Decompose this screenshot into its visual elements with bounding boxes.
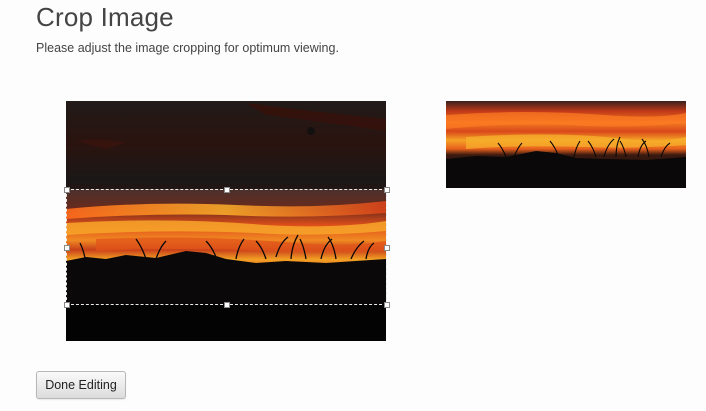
crop-handle-bottom-right[interactable] xyxy=(384,302,390,308)
crop-handle-top-right[interactable] xyxy=(384,187,390,193)
crop-preview xyxy=(446,101,686,188)
page-subtitle: Please adjust the image cropping for opt… xyxy=(36,41,339,55)
done-editing-button[interactable]: Done Editing xyxy=(36,371,126,399)
crop-handle-bottom-center[interactable] xyxy=(224,302,230,308)
crop-selection-box[interactable] xyxy=(64,187,390,308)
crop-handle-top-left[interactable] xyxy=(64,187,70,193)
page-title: Crop Image xyxy=(36,2,174,32)
crop-handle-middle-right[interactable] xyxy=(384,245,390,251)
crop-image-page: Crop Image Please adjust the image cropp… xyxy=(0,0,706,411)
cropped-sunset-preview xyxy=(446,101,686,188)
crop-handle-top-center[interactable] xyxy=(224,187,230,193)
crop-shade-bottom xyxy=(66,304,386,341)
crop-handle-middle-left[interactable] xyxy=(64,245,70,251)
crop-handle-bottom-left[interactable] xyxy=(64,302,70,308)
crop-shade-top xyxy=(66,101,386,189)
